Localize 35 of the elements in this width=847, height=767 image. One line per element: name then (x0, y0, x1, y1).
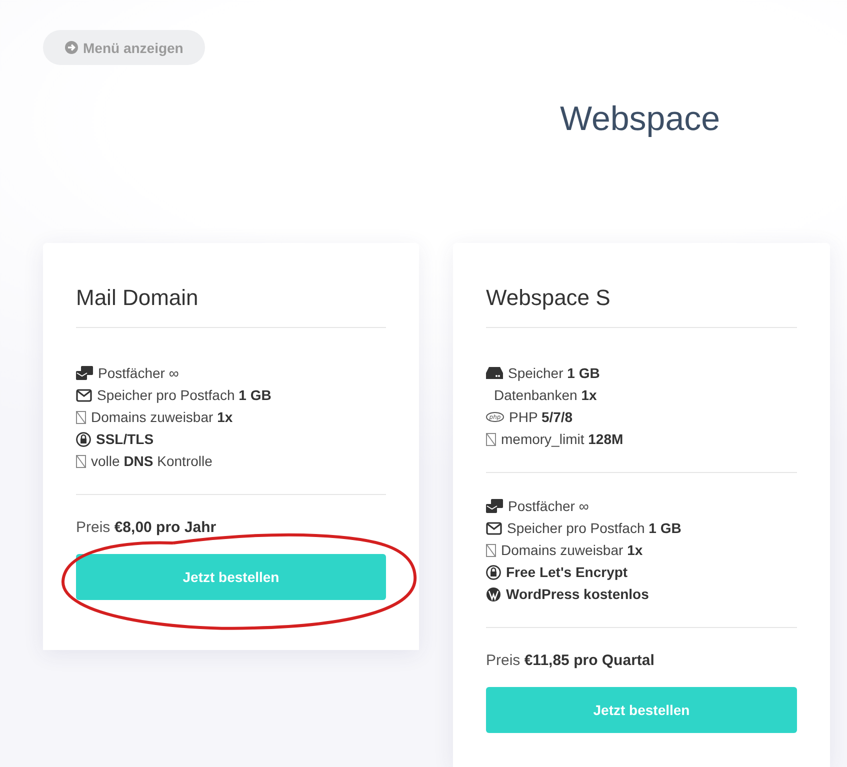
price-text: Preis €8,00 pro Jahr (76, 519, 218, 536)
hard-drive-icon (486, 367, 503, 379)
feature-text: SSL/TLS (96, 431, 154, 447)
inbox-icon (76, 366, 93, 380)
feature-text: Speicher 1 GB (508, 365, 600, 381)
feature-text: WordPress kostenlos (506, 586, 649, 602)
arrow-circle-icon (65, 41, 78, 54)
feature-text: Datenbanken 1x (494, 387, 597, 403)
feature-text: Speicher pro Postfach 1 GB (507, 520, 682, 536)
price-text: Preis €11,85 pro Quartal (486, 652, 656, 669)
feature-text: Domains zuweisbar 1x (91, 409, 233, 425)
plan-title: Mail Domain (76, 285, 386, 328)
wordpress-icon (486, 586, 501, 602)
missing-glyph-icon (76, 454, 86, 468)
show-menu-button[interactable]: Menü anzeigen (43, 30, 206, 65)
feature-text: Free Let's Encrypt (506, 564, 628, 580)
feature-text: Postfächer ∞ (508, 498, 589, 514)
order-button[interactable]: Jetzt bestellen (76, 554, 386, 600)
missing-glyph-icon (486, 432, 496, 446)
feature-text: PHP 5/7/8 (509, 409, 573, 425)
envelope-icon (486, 522, 502, 534)
lock-icon (486, 564, 501, 580)
missing-glyph-icon (486, 544, 496, 556)
feature-text: memory_limit 128M (501, 431, 624, 447)
lock-icon (76, 432, 91, 446)
inbox-icon (486, 499, 503, 513)
feature-text: Domains zuweisbar 1x (501, 542, 643, 558)
feature-text: Speicher pro Postfach 1 GB (97, 387, 272, 403)
plan-title: Webspace S (486, 285, 797, 328)
page-heading: Webspace (559, 100, 722, 139)
feature-text: Postfächer ∞ (98, 365, 179, 381)
envelope-icon (76, 388, 92, 402)
missing-glyph-icon (76, 410, 86, 424)
feature-text: volle DNS Kontrolle (91, 453, 212, 469)
order-button[interactable]: Jetzt bestellen (486, 687, 797, 733)
